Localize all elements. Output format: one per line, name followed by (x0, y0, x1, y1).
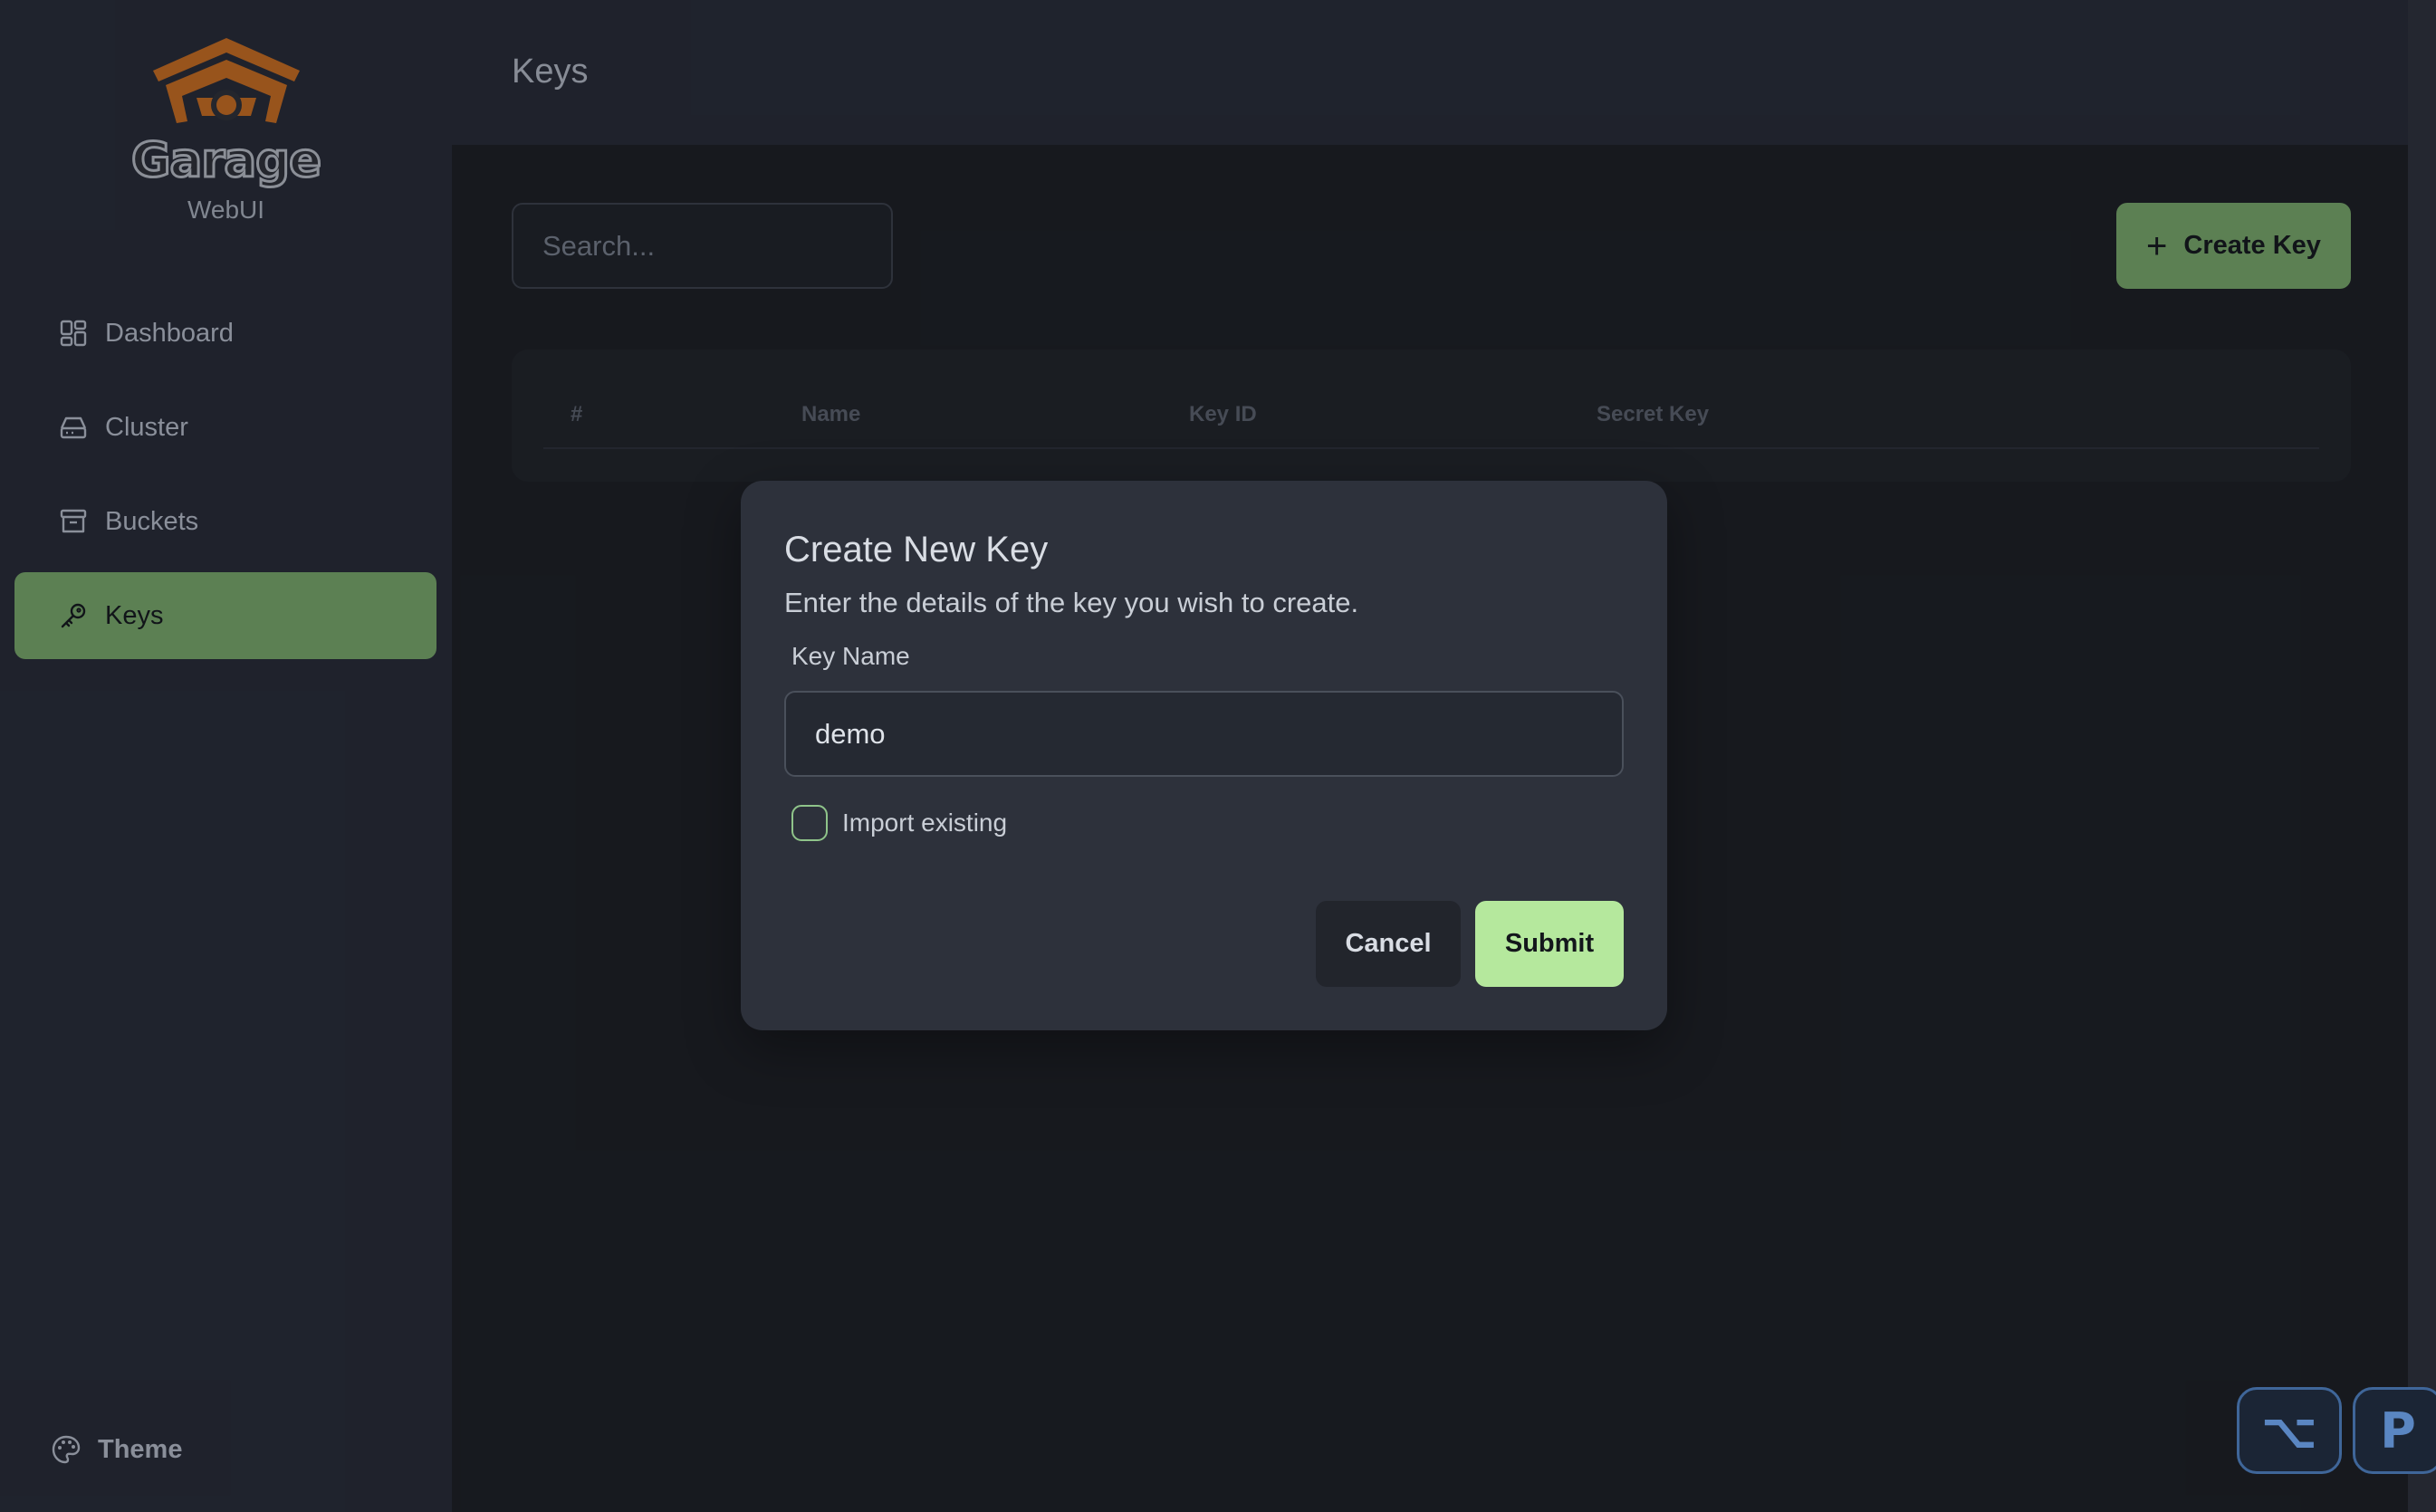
p-key-hint: P (2353, 1387, 2436, 1474)
import-existing-option[interactable]: Import existing (791, 805, 1007, 841)
import-existing-label: Import existing (842, 809, 1008, 837)
submit-button[interactable]: Submit (1475, 901, 1624, 987)
option-key-hint: ⌥ (2237, 1387, 2342, 1474)
cancel-button[interactable]: Cancel (1316, 901, 1461, 987)
dialog-title: Create New Key (784, 530, 1049, 569)
key-name-label: Key Name (791, 642, 910, 670)
import-existing-checkbox[interactable] (791, 805, 828, 841)
key-name-input[interactable] (784, 691, 1624, 777)
dialog-description: Enter the details of the key you wish to… (784, 587, 1359, 618)
create-key-dialog: Create New Key Enter the details of the … (741, 481, 1667, 1030)
